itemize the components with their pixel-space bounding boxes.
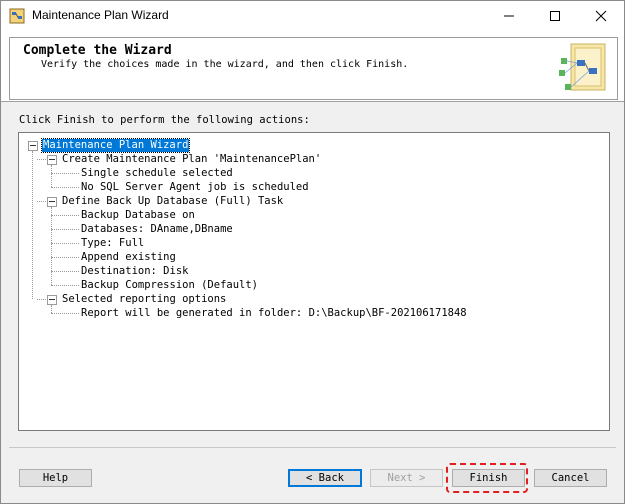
- tree-connector: [51, 257, 79, 258]
- back-button[interactable]: < Back: [288, 469, 362, 487]
- tree-connector: [51, 313, 79, 314]
- tree-connector: [32, 151, 33, 299]
- tree-connector: [51, 271, 79, 272]
- window-title: Maintenance Plan Wizard: [32, 8, 169, 22]
- close-icon: [595, 10, 607, 22]
- collapse-icon[interactable]: [47, 197, 57, 207]
- next-button[interactable]: Next >: [370, 469, 443, 487]
- footer-separator: [9, 447, 616, 448]
- tree-connector: [51, 229, 79, 230]
- page-title: Complete the Wizard: [23, 43, 172, 58]
- close-button[interactable]: [578, 1, 624, 31]
- tree-item[interactable]: Backup Database on: [81, 209, 195, 222]
- actions-tree[interactable]: Maintenance Plan Wizard Create Maintenan…: [18, 132, 610, 431]
- tree-connector: [51, 215, 79, 216]
- title-bar[interactable]: Maintenance Plan Wizard: [1, 1, 624, 31]
- intro-text: Click Finish to perform the following ac…: [19, 114, 310, 126]
- cancel-button[interactable]: Cancel: [534, 469, 607, 487]
- minimize-icon: [504, 15, 514, 17]
- tree-connector: [51, 173, 79, 174]
- tree-connector: [51, 285, 79, 286]
- wizard-app-icon: [9, 8, 25, 24]
- header-panel: Complete the Wizard Verify the choices m…: [9, 37, 618, 100]
- tree-root-node[interactable]: Maintenance Plan Wizard: [40, 138, 191, 153]
- tree-group-create-plan[interactable]: Create Maintenance Plan 'MaintenancePlan…: [62, 153, 321, 166]
- tree-connector: [51, 305, 52, 313]
- tree-item[interactable]: Databases: DAname,DBname: [81, 223, 233, 236]
- tree-item[interactable]: Destination: Disk: [81, 265, 188, 278]
- wizard-window: Maintenance Plan Wizard Complete the Wiz…: [0, 0, 625, 504]
- help-button[interactable]: Help: [19, 469, 92, 487]
- tree-connector: [51, 165, 52, 187]
- maximize-button[interactable]: [532, 1, 578, 31]
- tree-connector: [51, 207, 52, 285]
- tree-item[interactable]: Backup Compression (Default): [81, 279, 258, 292]
- tree-group-reporting[interactable]: Selected reporting options: [62, 293, 226, 306]
- page-subtitle: Verify the choices made in the wizard, a…: [41, 59, 409, 70]
- tree-connector: [51, 243, 79, 244]
- wizard-header: Complete the Wizard Verify the choices m…: [1, 31, 624, 102]
- tree-connector: [37, 299, 46, 300]
- wizard-banner-icon: [559, 43, 606, 91]
- tree-connector: [51, 187, 79, 188]
- tree-item[interactable]: Report will be generated in folder: D:\B…: [81, 307, 467, 320]
- finish-highlight-annotation: [446, 463, 528, 493]
- tree-connector: [37, 201, 46, 202]
- collapse-icon[interactable]: [47, 155, 57, 165]
- minimize-button[interactable]: [486, 1, 532, 31]
- tree-group-backup-task[interactable]: Define Back Up Database (Full) Task: [62, 195, 283, 208]
- collapse-icon[interactable]: [28, 141, 38, 151]
- tree-item[interactable]: Append existing: [81, 251, 176, 264]
- collapse-icon[interactable]: [47, 295, 57, 305]
- tree-item[interactable]: No SQL Server Agent job is scheduled: [81, 181, 309, 194]
- tree-connector: [37, 159, 46, 160]
- tree-item[interactable]: Type: Full: [81, 237, 144, 250]
- tree-item[interactable]: Single schedule selected: [81, 167, 233, 180]
- maximize-icon: [550, 11, 560, 21]
